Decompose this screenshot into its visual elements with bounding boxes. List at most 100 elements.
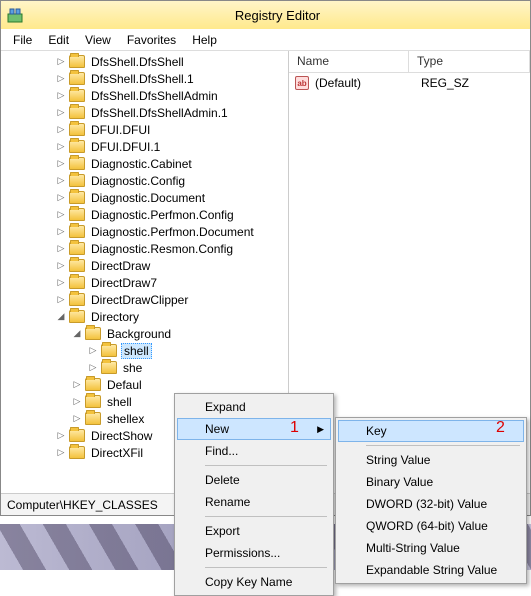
- context-submenu-new[interactable]: KeyString ValueBinary ValueDWORD (32-bit…: [335, 417, 527, 584]
- context-menu[interactable]: ExpandNew▶Find... DeleteRename ExportPermi…: [174, 393, 334, 596]
- expand-toggle[interactable]: ▷: [55, 175, 67, 187]
- menu-favorites[interactable]: Favorites: [119, 31, 184, 49]
- tree-label: Directory: [89, 310, 141, 324]
- tree-label: Diagnostic.Perfmon.Config: [89, 208, 236, 222]
- tree-item[interactable]: ▷ she: [5, 359, 288, 376]
- tree-item[interactable]: ▷ Diagnostic.Document: [5, 189, 288, 206]
- expand-toggle[interactable]: ▷: [55, 107, 67, 119]
- titlebar[interactable]: Registry Editor: [1, 1, 530, 29]
- menu-item[interactable]: Permissions...: [177, 542, 331, 564]
- list-row[interactable]: ab (Default) REG_SZ: [289, 73, 530, 93]
- menu-item[interactable]: String Value: [338, 449, 524, 471]
- expand-toggle[interactable]: ▷: [55, 73, 67, 85]
- expand-toggle[interactable]: ▷: [71, 379, 83, 391]
- expand-toggle[interactable]: ▷: [55, 430, 67, 442]
- expand-toggle[interactable]: ▷: [55, 158, 67, 170]
- expand-toggle[interactable]: ▷: [55, 90, 67, 102]
- submenu-arrow-icon: ▶: [317, 424, 324, 435]
- tree-item[interactable]: ▷ Diagnostic.Perfmon.Document: [5, 223, 288, 240]
- tree-item[interactable]: ▷Diagnostic.Resmon.Config: [5, 240, 288, 257]
- tree-item[interactable]: ▷DFUI.DFUI: [5, 121, 288, 138]
- tree-item[interactable]: ▷ Diagnostic.Config: [5, 172, 288, 189]
- tree-label: Diagnostic.Document: [89, 191, 207, 205]
- tree-label: DfsShell.DfsShell.1: [89, 72, 196, 86]
- expand-toggle[interactable]: ◢: [71, 328, 83, 340]
- menu-item[interactable]: Find...: [177, 440, 331, 462]
- folder-icon: [69, 72, 85, 85]
- folder-icon: [69, 140, 85, 153]
- expand-toggle[interactable]: ▷: [87, 345, 99, 357]
- tree-label: she: [121, 361, 144, 375]
- menu-item[interactable]: Export: [177, 520, 331, 542]
- tree-label: Diagnostic.Config: [89, 174, 187, 188]
- folder-icon: [85, 412, 101, 425]
- annotation-2: 2: [496, 419, 505, 437]
- menubar: File Edit View Favorites Help: [1, 29, 530, 51]
- tree-item[interactable]: ▷ DirectDraw7: [5, 274, 288, 291]
- expand-toggle[interactable]: ▷: [55, 124, 67, 136]
- tree-label: Diagnostic.Cabinet: [89, 157, 194, 171]
- expand-toggle[interactable]: ▷: [55, 243, 67, 255]
- expand-toggle[interactable]: ▷: [71, 396, 83, 408]
- menu-item[interactable]: DWORD (32-bit) Value: [338, 493, 524, 515]
- expand-toggle[interactable]: ▷: [55, 209, 67, 221]
- tree-item[interactable]: ▷DfsShell.DfsShellAdmin.1: [5, 104, 288, 121]
- expand-toggle[interactable]: ▷: [55, 447, 67, 459]
- menu-item[interactable]: Binary Value: [338, 471, 524, 493]
- expand-toggle[interactable]: ▷: [55, 192, 67, 204]
- folder-icon: [101, 344, 117, 357]
- folder-icon: [69, 429, 85, 442]
- tree-item[interactable]: ▷DirectDraw: [5, 257, 288, 274]
- tree-label: DfsShell.DfsShellAdmin: [89, 89, 220, 103]
- expand-toggle[interactable]: ▷: [55, 56, 67, 68]
- menu-item[interactable]: Expand: [177, 396, 331, 418]
- expand-toggle[interactable]: ▷: [71, 413, 83, 425]
- tree-item[interactable]: ▷DirectDrawClipper: [5, 291, 288, 308]
- tree-item[interactable]: ▷DfsShell.DfsShell: [5, 53, 288, 70]
- tree-item[interactable]: ▷Defaul: [5, 376, 288, 393]
- expand-toggle[interactable]: ◢: [55, 311, 67, 323]
- folder-icon: [101, 361, 117, 374]
- tree-label: DirectDraw7: [89, 276, 159, 290]
- list-header[interactable]: Name Type: [289, 51, 530, 73]
- folder-icon: [69, 191, 85, 204]
- menu-item[interactable]: Copy Key Name: [177, 571, 331, 593]
- folder-icon: [69, 208, 85, 221]
- expand-toggle[interactable]: ▷: [87, 362, 99, 374]
- expand-toggle[interactable]: ▷: [55, 294, 67, 306]
- status-path: Computer\HKEY_CLASSES: [7, 498, 158, 512]
- folder-icon: [85, 327, 101, 340]
- folder-icon: [85, 395, 101, 408]
- tree-item[interactable]: ▷DFUI.DFUI.1: [5, 138, 288, 155]
- tree-item[interactable]: ▷ Diagnostic.Perfmon.Config: [5, 206, 288, 223]
- tree-item[interactable]: ◢Background: [5, 325, 288, 342]
- menu-view[interactable]: View: [77, 31, 119, 49]
- tree-label: Diagnostic.Perfmon.Document: [89, 225, 256, 239]
- header-type[interactable]: Type: [409, 51, 530, 72]
- menu-item[interactable]: Rename: [177, 491, 331, 513]
- tree-item[interactable]: ▷ DfsShell.DfsShell.1: [5, 70, 288, 87]
- expand-toggle[interactable]: ▷: [55, 277, 67, 289]
- menu-help[interactable]: Help: [184, 31, 225, 49]
- folder-icon: [85, 378, 101, 391]
- expand-toggle[interactable]: ▷: [55, 141, 67, 153]
- menu-item[interactable]: Expandable String Value: [338, 559, 524, 581]
- tree-label: shell: [105, 395, 134, 409]
- folder-icon: [69, 310, 85, 323]
- tree-item[interactable]: ▷ Diagnostic.Cabinet: [5, 155, 288, 172]
- menu-item[interactable]: Multi-String Value: [338, 537, 524, 559]
- tree-item[interactable]: ▷shell: [5, 342, 288, 359]
- expand-toggle[interactable]: ▷: [55, 260, 67, 272]
- header-name[interactable]: Name: [289, 51, 409, 72]
- tree-item[interactable]: ▷ DfsShell.DfsShellAdmin: [5, 87, 288, 104]
- expand-toggle[interactable]: ▷: [55, 226, 67, 238]
- tree-item[interactable]: ◢ Directory: [5, 308, 288, 325]
- folder-icon: [69, 106, 85, 119]
- menu-item[interactable]: QWORD (64-bit) Value: [338, 515, 524, 537]
- window-title: Registry Editor: [31, 8, 524, 23]
- value-type: REG_SZ: [421, 76, 469, 90]
- menu-file[interactable]: File: [5, 31, 40, 49]
- menu-item[interactable]: Delete: [177, 469, 331, 491]
- menu-edit[interactable]: Edit: [40, 31, 77, 49]
- menu-item[interactable]: New▶: [177, 418, 331, 440]
